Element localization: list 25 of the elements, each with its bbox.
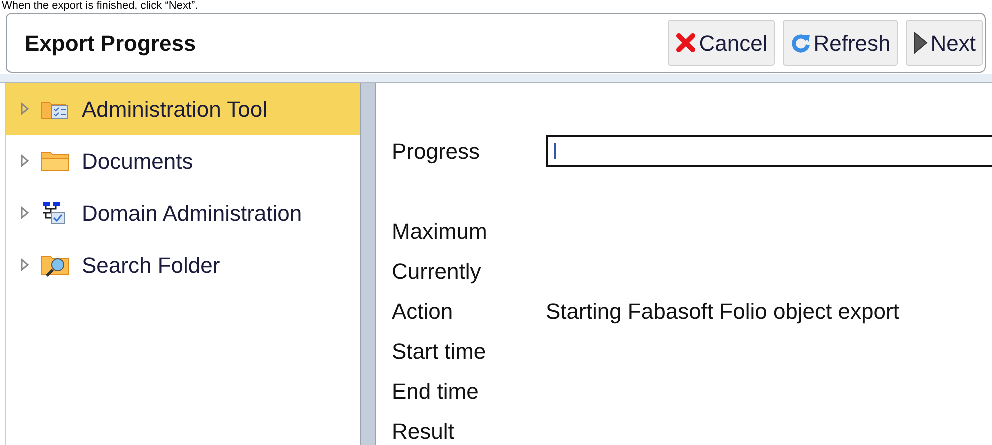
tree-item-label: Documents: [82, 148, 194, 176]
tree-item-label: Search Folder: [82, 252, 220, 280]
field-label: Start time: [392, 338, 488, 366]
cross-icon: [675, 32, 698, 54]
field-label: Progress: [392, 138, 482, 166]
refresh-button[interactable]: Refresh: [782, 20, 898, 66]
expand-triangle-icon[interactable]: [20, 102, 30, 116]
expand-triangle-icon[interactable]: [20, 258, 30, 272]
header-title: Export Progress: [25, 30, 196, 58]
expand-triangle-icon[interactable]: [20, 154, 30, 168]
cancel-button[interactable]: Cancel: [668, 20, 775, 66]
field-label: Maximum: [392, 218, 488, 246]
field-label: End time: [392, 378, 480, 406]
field-label: Currently: [392, 258, 482, 286]
play-icon: [912, 31, 929, 55]
refresh-icon: [790, 32, 812, 54]
expand-triangle-icon[interactable]: [20, 206, 30, 220]
tree-item[interactable]: Administration Tool: [6, 83, 360, 135]
tree-item-label: Administration Tool: [82, 96, 268, 124]
field-value: Starting Fabasoft Folio object export: [546, 298, 900, 326]
field-label: Result: [392, 418, 456, 445]
instruction-text: When the export is finished, click “Next”.: [1, 0, 200, 12]
tree-item-label: Domain Administration: [82, 200, 302, 228]
next-button[interactable]: Next: [906, 20, 983, 66]
field-label: Action: [392, 298, 454, 326]
